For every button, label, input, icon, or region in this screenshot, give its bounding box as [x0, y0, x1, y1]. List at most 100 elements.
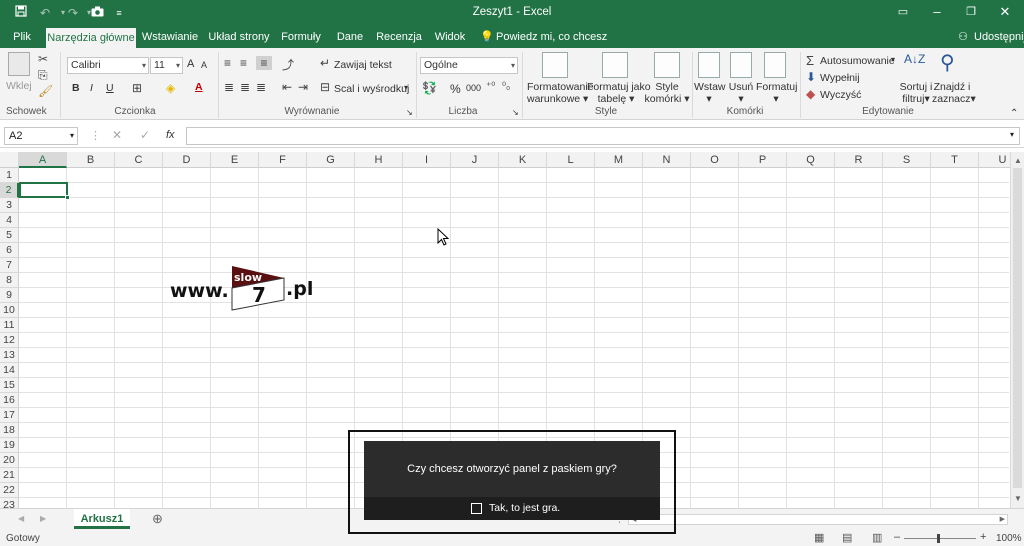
delete-cells-button[interactable]: Usuń ▾ [727, 81, 755, 105]
autosum-button[interactable]: Autosumowanie [820, 55, 895, 67]
comma-style-button[interactable]: 000 [466, 83, 481, 93]
row-header-20[interactable]: 20 [0, 453, 19, 468]
row-header-21[interactable]: 21 [0, 468, 19, 483]
zoom-level[interactable]: 100% [996, 533, 1022, 544]
row-header-15[interactable]: 15 [0, 378, 19, 393]
underline-button[interactable]: U [106, 82, 114, 94]
search-icon[interactable]: ⚲ [940, 50, 955, 75]
format-cells-icon[interactable] [764, 52, 786, 78]
row-header-1[interactable]: 1 [0, 168, 19, 183]
format-painter-icon[interactable]: 🖌 [38, 84, 53, 98]
increase-decimal-icon[interactable]: ⁺⁰ [486, 81, 495, 92]
active-cell-a2[interactable] [19, 182, 70, 200]
font-name-combo[interactable]: Calibri ▾ [67, 57, 149, 74]
maximize-button[interactable]: ❐ [954, 0, 988, 26]
column-header-t[interactable]: T [931, 152, 979, 168]
row-header-5[interactable]: 5 [0, 228, 19, 243]
merge-center-button[interactable]: Scal i wyśrodkuj [334, 83, 409, 95]
row-header-19[interactable]: 19 [0, 438, 19, 453]
row-header-9[interactable]: 9 [0, 288, 19, 303]
zoom-slider-thumb[interactable] [937, 534, 940, 543]
column-header-n[interactable]: N [643, 152, 691, 168]
align-center-icon[interactable]: ≣ [240, 80, 250, 94]
align-left-icon[interactable]: ≣ [224, 80, 234, 94]
conditional-formatting-icon[interactable] [542, 52, 568, 78]
tab-data[interactable]: Dane [332, 26, 368, 48]
horizontal-scrollbar[interactable]: ◀ ▶ [628, 514, 1008, 525]
collapse-ribbon-icon[interactable]: ⌃ [1010, 108, 1018, 119]
paste-icon[interactable] [8, 52, 30, 76]
column-header-e[interactable]: E [211, 152, 259, 168]
normal-view-icon[interactable]: ▦ [814, 531, 824, 544]
insert-cells-icon[interactable] [698, 52, 720, 78]
delete-cells-icon[interactable] [730, 52, 752, 78]
percent-button[interactable]: % [450, 82, 461, 96]
formula-input[interactable] [186, 127, 1020, 145]
page-layout-view-icon[interactable]: ▤ [842, 531, 852, 544]
row-header-3[interactable]: 3 [0, 198, 19, 213]
scroll-down-icon[interactable]: ▼ [1014, 494, 1022, 503]
page-break-view-icon[interactable]: ▥ [872, 531, 882, 544]
cancel-icon[interactable]: ✕ [112, 128, 122, 142]
enter-icon[interactable]: ✓ [140, 128, 150, 142]
clear-button[interactable]: Wyczyść [820, 89, 861, 101]
tab-page-layout[interactable]: Układ strony [206, 26, 272, 48]
eraser-icon[interactable]: ◆ [806, 87, 815, 101]
font-color-button[interactable]: A [195, 81, 203, 93]
row-header-23[interactable]: 23 [0, 498, 19, 508]
add-sheet-icon[interactable]: ⊕ [152, 511, 163, 527]
column-header-d[interactable]: D [163, 152, 211, 168]
row-header-17[interactable]: 17 [0, 408, 19, 423]
column-header-b[interactable]: B [67, 152, 115, 168]
fill-handle[interactable] [65, 195, 70, 200]
tab-insert[interactable]: Wstawianie [140, 26, 200, 48]
row-header-7[interactable]: 7 [0, 258, 19, 273]
format-cells-button[interactable]: Formatuj ▾ [756, 81, 797, 105]
column-header-h[interactable]: H [355, 152, 403, 168]
sheet-tab-arkusz1[interactable]: Arkusz1 [74, 509, 130, 529]
column-header-j[interactable]: J [451, 152, 499, 168]
fill-color-icon[interactable]: ◈ [166, 81, 175, 95]
row-header-2[interactable]: 2 [0, 183, 19, 198]
format-as-table-button[interactable]: Formatuj jako tabelę ▾ [587, 81, 651, 105]
align-right-icon[interactable]: ≣ [256, 80, 266, 94]
merge-center-icon[interactable]: ⊟ [320, 80, 330, 94]
currency-icon[interactable]: 💱 [422, 81, 437, 95]
cell-styles-button[interactable]: Style komórki ▾ [644, 81, 690, 105]
column-header-m[interactable]: M [595, 152, 643, 168]
column-header-i[interactable]: I [403, 152, 451, 168]
row-header-13[interactable]: 13 [0, 348, 19, 363]
column-header-u[interactable]: U [979, 152, 1010, 168]
column-header-a[interactable]: A [19, 152, 67, 168]
ribbon-display-options-icon[interactable]: ▭ [886, 0, 920, 26]
column-header-l[interactable]: L [547, 152, 595, 168]
tab-file[interactable]: Plik [6, 26, 38, 48]
italic-button[interactable]: I [90, 82, 93, 94]
increase-indent-icon[interactable]: ⇥ [298, 80, 308, 94]
zoom-slider[interactable] [904, 538, 976, 539]
cell-styles-icon[interactable] [654, 52, 680, 78]
find-select-button[interactable]: Znajdź i zaznacz▾ [932, 81, 976, 105]
scroll-up-icon[interactable]: ▲ [1014, 156, 1022, 165]
borders-icon[interactable]: ⊞ [132, 81, 142, 95]
logo-image[interactable]: www. slow 7 .pl [170, 264, 320, 312]
tab-view[interactable]: Widok [430, 26, 470, 48]
column-header-r[interactable]: R [835, 152, 883, 168]
number-format-combo[interactable]: Ogólne ▾ [420, 57, 518, 74]
autosum-icon[interactable]: Σ [806, 53, 814, 68]
wrap-text-button[interactable]: Zawijaj tekst [334, 59, 392, 71]
align-middle-icon[interactable]: ≡ [240, 56, 247, 70]
dialog-launcher-icon[interactable]: ↘ [512, 108, 519, 117]
column-header-s[interactable]: S [883, 152, 931, 168]
column-header-c[interactable]: C [115, 152, 163, 168]
row-header-10[interactable]: 10 [0, 303, 19, 318]
row-header-14[interactable]: 14 [0, 363, 19, 378]
zoom-out-icon[interactable]: – [894, 531, 900, 543]
conditional-formatting-button[interactable]: Formatowanie warunkowe ▾ [527, 81, 594, 105]
shrink-font-button[interactable]: A [201, 60, 207, 70]
paste-button[interactable]: Wklej [6, 80, 32, 92]
zoom-in-icon[interactable]: + [980, 531, 986, 543]
wrap-text-icon[interactable]: ↵ [320, 56, 330, 70]
column-header-g[interactable]: G [307, 152, 355, 168]
row-header-11[interactable]: 11 [0, 318, 19, 333]
